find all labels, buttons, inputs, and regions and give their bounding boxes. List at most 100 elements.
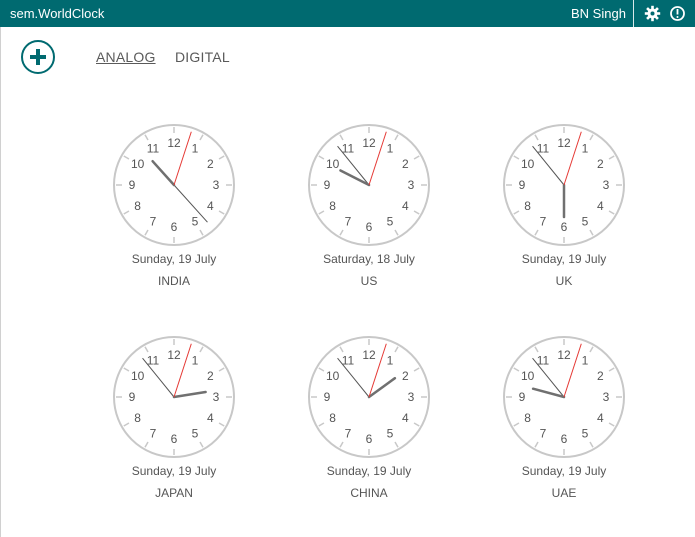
clock-card-china[interactable]: 12 1 2 3 4 5 6 7 8 9 10 11 Sunday, 19 July CHINA: [302, 330, 462, 530]
clock-numeral: 1: [192, 142, 199, 156]
clock-city: US: [360, 274, 378, 288]
clock-numeral: 8: [329, 199, 336, 213]
clock-numeral: 10: [521, 369, 535, 383]
clock-card-india[interactable]: 12 1 2 3 4 5 6 7 8 9 10 11 Sunday, 19 July INDIA: [107, 118, 267, 318]
user-name[interactable]: BN Singh: [571, 6, 626, 21]
clock-numeral: 12: [167, 348, 181, 362]
clock-numeral: 9: [324, 178, 331, 192]
clock-numeral: 10: [131, 369, 145, 383]
clock-date: Sunday, 19 July: [131, 252, 217, 266]
clock-numeral: 10: [521, 157, 535, 171]
clock-numeral: 6: [171, 220, 178, 234]
clock-card-uk[interactable]: 12 1 2 3 4 5 6 7 8 9 10 11 Sunday, 19 July UK: [497, 118, 657, 318]
clock-numeral: 3: [603, 178, 610, 192]
clock-date: Sunday, 19 July: [131, 464, 217, 478]
clock-numeral: 6: [561, 432, 568, 446]
clock-numeral: 6: [171, 432, 178, 446]
clock-numeral: 12: [362, 348, 376, 362]
clock-city: INDIA: [157, 274, 190, 288]
analog-clock-face: 12 1234567891011: [308, 124, 430, 246]
app-title: sem.WorldClock: [10, 6, 105, 21]
clock-numeral: 3: [213, 178, 220, 192]
clock-numeral: 6: [366, 432, 373, 446]
clock-card-uae[interactable]: 12 1 2 3 4 5 6 7 8 9 10 11 Sunday, 19 July UAE: [497, 330, 657, 530]
clock-card-us[interactable]: 12 1 2 3 4 5 6 7 8 9 10 11 Saturday, 18 July US: [302, 118, 462, 318]
add-clock-button[interactable]: [21, 40, 55, 74]
gear-icon[interactable]: [644, 5, 661, 22]
clock-numeral: 9: [519, 178, 526, 192]
clock-numeral: 4: [402, 199, 409, 213]
clock-card-japan[interactable]: 12 1 2 3 4 5 6 7 8 9 10 11 Sunday, 19 July JAPAN: [107, 330, 267, 530]
window-frame-left: [0, 27, 1, 537]
analog-clock-face: 12 1234567891011: [503, 336, 625, 458]
clock-numeral: 3: [213, 390, 220, 404]
clock-city: CHINA: [350, 486, 388, 500]
clock-numeral: 1: [582, 142, 589, 156]
title-divider: [633, 0, 634, 27]
clock-numeral: 6: [366, 220, 373, 234]
analog-clock-face: 12 1234567891011: [503, 124, 625, 246]
clock-date: Sunday, 19 July: [521, 252, 607, 266]
clock-numeral: 5: [387, 426, 394, 440]
clock-numeral: 4: [207, 411, 214, 425]
add-icon-vertical: [36, 49, 40, 65]
clock-numeral: 9: [129, 390, 136, 404]
clock-numeral: 2: [597, 157, 604, 171]
clock-numeral: 4: [207, 199, 214, 213]
clock-numeral: 12: [557, 136, 571, 150]
clock-numeral: 10: [326, 157, 340, 171]
clock-numeral: 10: [326, 369, 340, 383]
clock-numeral: 4: [402, 411, 409, 425]
clock-numeral: 7: [345, 214, 352, 228]
clock-numeral: 8: [524, 199, 531, 213]
tab-analog[interactable]: ANALOG: [96, 49, 156, 65]
clock-date: Saturday, 18 July: [323, 252, 415, 266]
clock-numeral: 12: [362, 136, 376, 150]
clock-numeral: 2: [207, 157, 214, 171]
clock-numeral: 12: [557, 348, 571, 362]
clock-numeral: 5: [192, 214, 199, 228]
clock-numeral: 3: [408, 390, 415, 404]
clock-numeral: 8: [329, 411, 336, 425]
clock-city: UK: [555, 274, 573, 288]
clock-numeral: 7: [345, 426, 352, 440]
clock-city: JAPAN: [155, 486, 193, 500]
clock-numeral: 4: [597, 199, 604, 213]
clock-numeral: 7: [150, 426, 157, 440]
clock-numeral: 9: [129, 178, 136, 192]
clock-numeral: 5: [582, 426, 589, 440]
clock-numeral: 4: [597, 411, 604, 425]
clock-city: UAE: [551, 486, 577, 500]
clock-numeral: 5: [192, 426, 199, 440]
clock-numeral: 1: [387, 354, 394, 368]
clock-numeral: 2: [207, 369, 214, 383]
clock-numeral: 2: [402, 369, 409, 383]
clock-numeral: 7: [540, 426, 547, 440]
clock-numeral: 3: [603, 390, 610, 404]
analog-clock-face: 12 1234567891011: [113, 336, 235, 458]
clock-date: Sunday, 19 July: [326, 464, 412, 478]
clock-numeral: 6: [561, 220, 568, 234]
clock-date: Sunday, 19 July: [521, 464, 607, 478]
clock-numeral: 8: [524, 411, 531, 425]
clock-numeral: 1: [192, 354, 199, 368]
clock-numeral: 3: [408, 178, 415, 192]
analog-clock-face: 12 12 3 45678 9 1011: [113, 124, 235, 246]
clock-numeral: 1: [387, 142, 394, 156]
clock-numeral: 7: [540, 214, 547, 228]
clock-numeral: 5: [387, 214, 394, 228]
clock-numeral: 5: [582, 214, 589, 228]
clock-numeral: 2: [402, 157, 409, 171]
clock-numeral: 9: [519, 390, 526, 404]
clock-numeral: 12: [167, 136, 181, 150]
clock-numeral: 10: [131, 157, 145, 171]
power-icon[interactable]: [669, 5, 686, 22]
analog-clock-face: 12 1234567891011: [308, 336, 430, 458]
clock-numeral: 9: [324, 390, 331, 404]
clock-numeral: 8: [134, 199, 141, 213]
clock-numeral: 7: [150, 214, 157, 228]
clock-numeral: 1: [582, 354, 589, 368]
tab-digital[interactable]: DIGITAL: [175, 49, 230, 65]
clock-numeral: 2: [597, 369, 604, 383]
clock-numeral: 11: [147, 142, 160, 156]
